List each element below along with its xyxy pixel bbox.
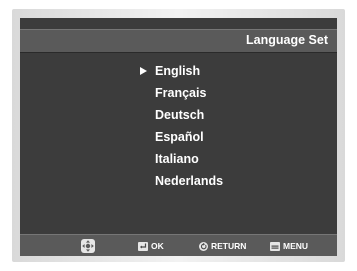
ok-button-label: OK xyxy=(151,241,164,251)
return-button[interactable]: RETURN xyxy=(199,239,246,253)
language-label: Nederlands xyxy=(155,174,224,188)
language-label: Español xyxy=(155,130,204,144)
language-setup-screen: Language Set English Français Deutsch Es… xyxy=(20,18,337,256)
directional-pad-icon xyxy=(80,238,96,254)
language-item-nederlands[interactable]: Nederlands xyxy=(140,170,223,192)
button-guide-bar: OK RETURN MENU xyxy=(20,234,337,256)
return-button-label: RETURN xyxy=(211,241,247,251)
menu-button[interactable]: MENU xyxy=(270,239,308,253)
enter-icon xyxy=(138,241,148,251)
language-item-deutsch[interactable]: Deutsch xyxy=(140,104,223,126)
title-bar: Language Set xyxy=(20,29,337,53)
language-list: English Français Deutsch Español Italian… xyxy=(140,60,223,192)
return-icon xyxy=(199,241,208,251)
page-title: Language Set xyxy=(246,33,328,47)
language-item-italiano[interactable]: Italiano xyxy=(140,148,223,170)
language-item-english[interactable]: English xyxy=(140,60,223,82)
language-item-espanol[interactable]: Español xyxy=(140,126,223,148)
menu-icon xyxy=(270,241,280,251)
language-label: Italiano xyxy=(155,152,199,166)
language-item-francais[interactable]: Français xyxy=(140,82,223,104)
menu-button-label: MENU xyxy=(283,241,309,251)
ok-button[interactable]: OK xyxy=(138,239,164,253)
language-label: English xyxy=(155,64,201,78)
selection-arrow-icon xyxy=(140,67,147,75)
language-label: Français xyxy=(155,86,207,100)
language-label: Deutsch xyxy=(155,108,205,122)
